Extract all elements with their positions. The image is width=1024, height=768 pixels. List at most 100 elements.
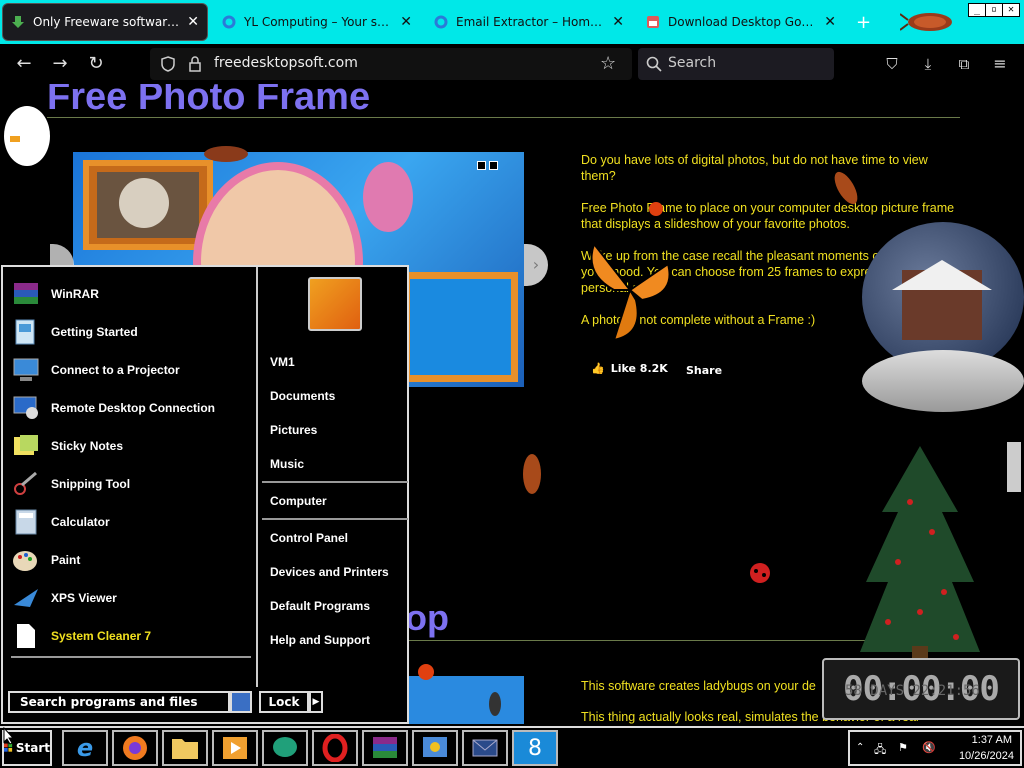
extensions-icon[interactable]: ⧉ — [952, 52, 976, 76]
program-winrar[interactable]: WinRAR — [11, 277, 251, 311]
sticky-notes-icon — [11, 431, 41, 461]
program-label: Calculator — [51, 515, 110, 529]
taskbar-media-player[interactable] — [212, 730, 258, 766]
place-documents[interactable]: Documents — [270, 389, 335, 403]
program-snipping-tool[interactable]: Snipping Tool — [11, 467, 251, 501]
taskbar-file-explorer[interactable] — [162, 730, 208, 766]
tab-email-extractor[interactable]: Email Extractor – Home – YL Co ✕ — [426, 3, 632, 41]
reload-button[interactable]: ↻ — [84, 52, 108, 76]
getting-started-icon — [11, 317, 41, 347]
scrollbar-thumb[interactable] — [1007, 442, 1021, 492]
winrar-icon — [11, 279, 41, 309]
cockroach-icon — [900, 13, 952, 31]
start-menu: WinRAR Getting Started Connect to a Proj… — [1, 265, 409, 724]
maximize-button[interactable]: ▫ — [985, 3, 1003, 17]
taskbar-firefox[interactable] — [112, 730, 158, 766]
place-help-support[interactable]: Help and Support — [270, 633, 370, 647]
lock-icon — [189, 56, 201, 72]
program-getting-started[interactable]: Getting Started — [11, 315, 251, 349]
clock-time[interactable]: 1:37 AM — [972, 734, 1012, 746]
place-devices-printers[interactable]: Devices and Printers — [270, 565, 389, 579]
search-field[interactable]: Search — [638, 48, 834, 80]
place-control-panel[interactable]: Control Panel — [270, 531, 348, 545]
program-connect-projector[interactable]: Connect to a Projector — [11, 353, 251, 387]
opera-icon — [322, 734, 348, 762]
downloads-icon[interactable]: ⤓ — [916, 52, 940, 76]
clock-date[interactable]: 10/26/2024 — [959, 750, 1014, 762]
forward-button[interactable]: → — [48, 52, 72, 76]
pocket-icon[interactable]: ⛉ — [880, 52, 904, 76]
tab-title: YL Computing – Your satisfactio — [244, 15, 394, 29]
close-tab-icon[interactable]: ✕ — [612, 14, 624, 30]
search-icon[interactable] — [230, 691, 252, 713]
close-tab-icon[interactable]: ✕ — [400, 14, 412, 30]
page-title: Free Photo Frame — [47, 84, 371, 118]
menu-icon[interactable]: ≡ — [988, 52, 1012, 76]
program-sticky-notes[interactable]: Sticky Notes — [11, 429, 251, 463]
volume-muted-icon[interactable]: 🔇 — [922, 741, 936, 754]
snow-globe-widget — [862, 222, 1024, 417]
lock-button[interactable]: Lock — [259, 691, 309, 713]
eight-icon: 8 — [528, 735, 542, 761]
taskbar-internet-explorer[interactable]: e — [62, 730, 108, 766]
taskbar-winrar[interactable] — [362, 730, 408, 766]
program-calculator[interactable]: Calculator — [11, 505, 251, 539]
thumbs-up-icon: 👍 — [591, 362, 605, 375]
close-tab-icon[interactable]: ✕ — [187, 14, 199, 30]
gear-icon — [434, 15, 448, 29]
projector-icon — [11, 355, 41, 385]
taskbar-opera[interactable] — [312, 730, 358, 766]
like-button[interactable]: 👍 Like 8.2K — [591, 362, 668, 375]
bookmark-star-icon[interactable]: ☆ — [600, 53, 616, 74]
taskbar-control-panel[interactable] — [412, 730, 458, 766]
system-tray: ⌃ 🖧 ⚑ 🔇 1:37 AM 10/26/2024 — [848, 730, 1022, 766]
shutdown-options-arrow-icon[interactable]: ▶ — [309, 691, 323, 713]
taskbar-app-8[interactable]: 8 — [512, 730, 558, 766]
start-search-input[interactable]: Search programs and files — [8, 691, 230, 713]
program-system-cleaner[interactable]: System Cleaner 7 — [11, 619, 251, 653]
ladybug-icon — [649, 202, 663, 216]
cockroach-icon — [204, 146, 248, 162]
program-label: System Cleaner 7 — [51, 629, 152, 643]
snipping-tool-icon — [11, 469, 41, 499]
program-xps-viewer[interactable]: XPS Viewer — [11, 581, 251, 615]
taskbar-email-app[interactable] — [462, 730, 508, 766]
tab-yl-computing[interactable]: YL Computing – Your satisfactio ✕ — [214, 3, 420, 41]
remote-desktop-icon — [11, 393, 41, 423]
place-default-programs[interactable]: Default Programs — [270, 599, 370, 613]
tab-freedesktopsoft[interactable]: Only Freeware software for your ✕ — [2, 3, 208, 41]
tab-desktop-goose[interactable]: Download Desktop Goose by sa ✕ — [638, 3, 844, 41]
address-bar[interactable]: freedesktopsoft.com ☆ — [150, 48, 632, 80]
close-tab-icon[interactable]: ✕ — [824, 14, 836, 30]
minimize-button[interactable]: _ — [968, 3, 986, 17]
new-tab-button[interactable]: + — [856, 12, 871, 33]
taskbar-chat-app[interactable] — [262, 730, 308, 766]
flag-icon[interactable]: ⚑ — [898, 741, 908, 754]
place-computer[interactable]: Computer — [270, 494, 327, 508]
show-hidden-icons-chevron-icon[interactable]: ⌃ — [856, 742, 864, 753]
goose-icon — [0, 94, 54, 174]
document-icon — [11, 621, 41, 651]
user-avatar[interactable] — [308, 277, 362, 331]
program-paint[interactable]: Paint — [11, 543, 251, 577]
start-menu-places: VM1 Documents Pictures Music Computer Co… — [256, 267, 409, 687]
divider — [262, 481, 408, 483]
close-window-button[interactable]: ✕ — [1002, 3, 1020, 17]
program-remote-desktop[interactable]: Remote Desktop Connection — [11, 391, 251, 425]
slideshow-next-button[interactable]: › — [524, 244, 548, 286]
media-player-icon — [223, 737, 247, 759]
place-user[interactable]: VM1 — [270, 355, 295, 369]
gear-icon — [222, 15, 236, 29]
internet-explorer-icon: e — [76, 734, 94, 762]
download-arrow-icon — [12, 16, 24, 28]
place-pictures[interactable]: Pictures — [270, 423, 317, 437]
tab-title: Download Desktop Goose by sa — [668, 15, 818, 29]
description-paragraph: Do you have lots of digital photos, but … — [581, 153, 928, 183]
search-icon — [646, 56, 662, 72]
start-menu-programs: WinRAR Getting Started Connect to a Proj… — [3, 267, 255, 687]
network-icon[interactable]: 🖧 — [874, 741, 886, 760]
calculator-icon — [11, 507, 41, 537]
back-button[interactable]: ← — [12, 52, 36, 76]
place-music[interactable]: Music — [270, 457, 304, 471]
share-button[interactable]: Share — [686, 364, 722, 377]
